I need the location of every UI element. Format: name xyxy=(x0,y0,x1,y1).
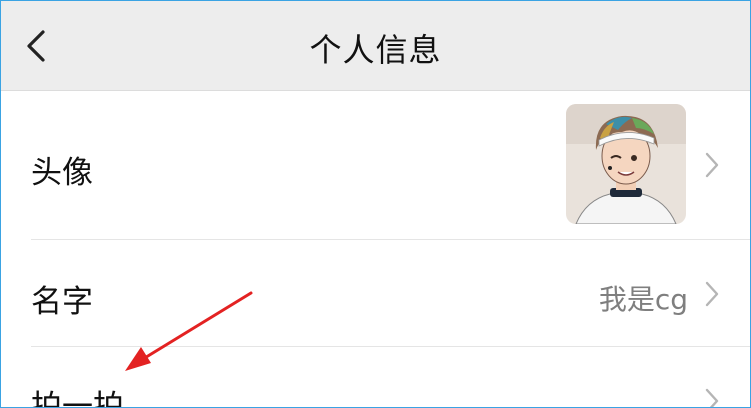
nav-bar: 个人信息 xyxy=(1,1,750,91)
row-pat-label: 拍一拍 xyxy=(31,389,124,408)
row-name-value: 我是cg xyxy=(598,283,688,316)
avatar-image xyxy=(566,104,686,224)
row-avatar[interactable]: 头像 xyxy=(1,91,750,239)
row-avatar-label: 头像 xyxy=(31,155,93,191)
row-pat[interactable]: 拍一拍 xyxy=(1,347,750,408)
avatar[interactable] xyxy=(566,104,686,224)
row-name[interactable]: 名字 我是cg xyxy=(1,240,750,346)
chevron-right-icon xyxy=(705,388,719,407)
page-title: 个人信息 xyxy=(309,31,442,69)
chevron-right-icon xyxy=(705,152,719,178)
chevron-right-icon xyxy=(705,281,719,307)
row-name-label: 名字 xyxy=(31,284,93,320)
app-window: 个人信息 头像 名字 我是cg 拍一拍 xyxy=(0,0,751,408)
